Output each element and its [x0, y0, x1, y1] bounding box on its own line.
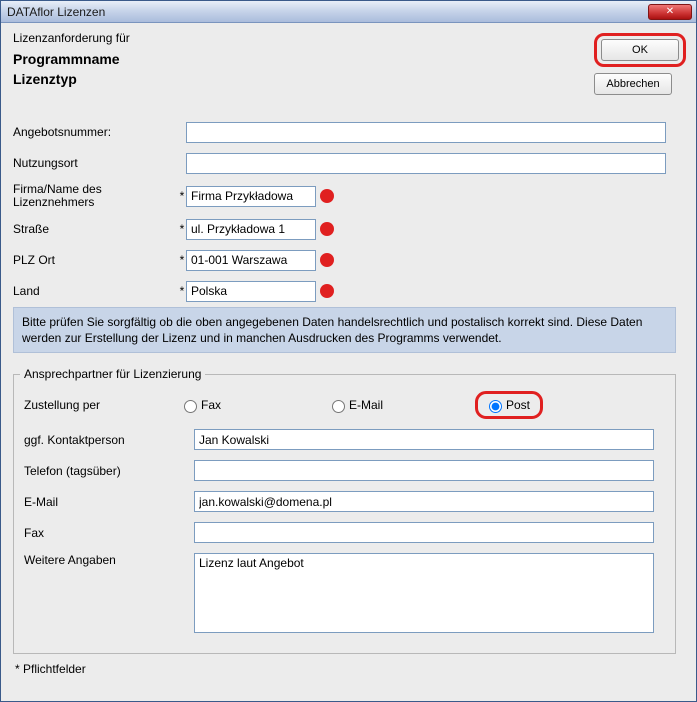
info-box: Bitte prüfen Sie sorgfältig ob die oben … — [13, 307, 676, 353]
usage-location-input[interactable] — [186, 153, 666, 174]
required-dot-icon — [320, 189, 334, 203]
request-for-label: Lizenzanforderung für — [13, 31, 594, 45]
country-input[interactable] — [186, 281, 316, 302]
offer-number-label: Angebotsnummer: — [13, 125, 178, 139]
delivery-fax-label: Fax — [201, 398, 221, 412]
asterisk: * — [178, 284, 186, 298]
cancel-button[interactable]: Abbrechen — [594, 73, 672, 95]
close-button[interactable]: ✕ — [648, 4, 692, 20]
phone-label: Telefon (tagsüber) — [24, 464, 194, 478]
mandatory-note: * Pflichtfelder — [15, 662, 686, 676]
program-name: Programmname — [13, 51, 594, 67]
required-dot-icon — [320, 222, 334, 236]
asterisk: * — [178, 222, 186, 236]
delivery-fax-radio[interactable] — [184, 400, 197, 413]
dialog-window: DATAflor Lizenzen ✕ Lizenzanforderung fü… — [0, 0, 697, 702]
close-icon: ✕ — [666, 6, 674, 17]
zip-city-label: PLZ Ort — [13, 253, 178, 267]
asterisk: * — [178, 253, 186, 267]
ok-button[interactable]: OK — [601, 39, 679, 61]
notes-textarea[interactable] — [194, 553, 654, 633]
required-dot-icon — [320, 284, 334, 298]
offer-number-input[interactable] — [186, 122, 666, 143]
notes-label: Weitere Angaben — [24, 553, 194, 567]
delivery-email-option[interactable]: E-Mail — [327, 397, 475, 413]
delivery-label: Zustellung per — [20, 398, 179, 412]
delivery-email-radio[interactable] — [332, 400, 345, 413]
fax-input[interactable] — [194, 522, 654, 543]
company-input[interactable] — [186, 186, 316, 207]
contact-fieldset: Ansprechpartner für Lizenzierung Zustell… — [13, 367, 676, 654]
delivery-post-option[interactable]: Post — [484, 397, 530, 413]
street-label: Straße — [13, 222, 178, 236]
contact-person-label: ggf. Kontaktperson — [24, 433, 194, 447]
usage-location-label: Nutzungsort — [13, 156, 178, 170]
delivery-email-label: E-Mail — [349, 398, 383, 412]
delivery-post-radio[interactable] — [489, 400, 502, 413]
email-label: E-Mail — [24, 495, 194, 509]
country-label: Land — [13, 284, 178, 298]
license-type: Lizenztyp — [13, 71, 594, 87]
delivery-post-label: Post — [506, 398, 530, 412]
company-label: Firma/Name des Lizenznehmers — [13, 183, 178, 209]
asterisk: * — [178, 189, 186, 203]
post-highlight: Post — [475, 391, 543, 419]
fax-label: Fax — [24, 526, 194, 540]
ok-highlight: OK — [594, 33, 686, 67]
street-input[interactable] — [186, 219, 316, 240]
email-input[interactable] — [194, 491, 654, 512]
contact-legend: Ansprechpartner für Lizenzierung — [20, 367, 205, 381]
delivery-fax-option[interactable]: Fax — [179, 397, 327, 413]
contact-person-input[interactable] — [194, 429, 654, 450]
content-area: Lizenzanforderung für Programmname Lizen… — [1, 23, 696, 684]
phone-input[interactable] — [194, 460, 654, 481]
window-title: DATAflor Lizenzen — [7, 5, 648, 19]
zip-city-input[interactable] — [186, 250, 316, 271]
titlebar: DATAflor Lizenzen ✕ — [1, 1, 696, 23]
required-dot-icon — [320, 253, 334, 267]
